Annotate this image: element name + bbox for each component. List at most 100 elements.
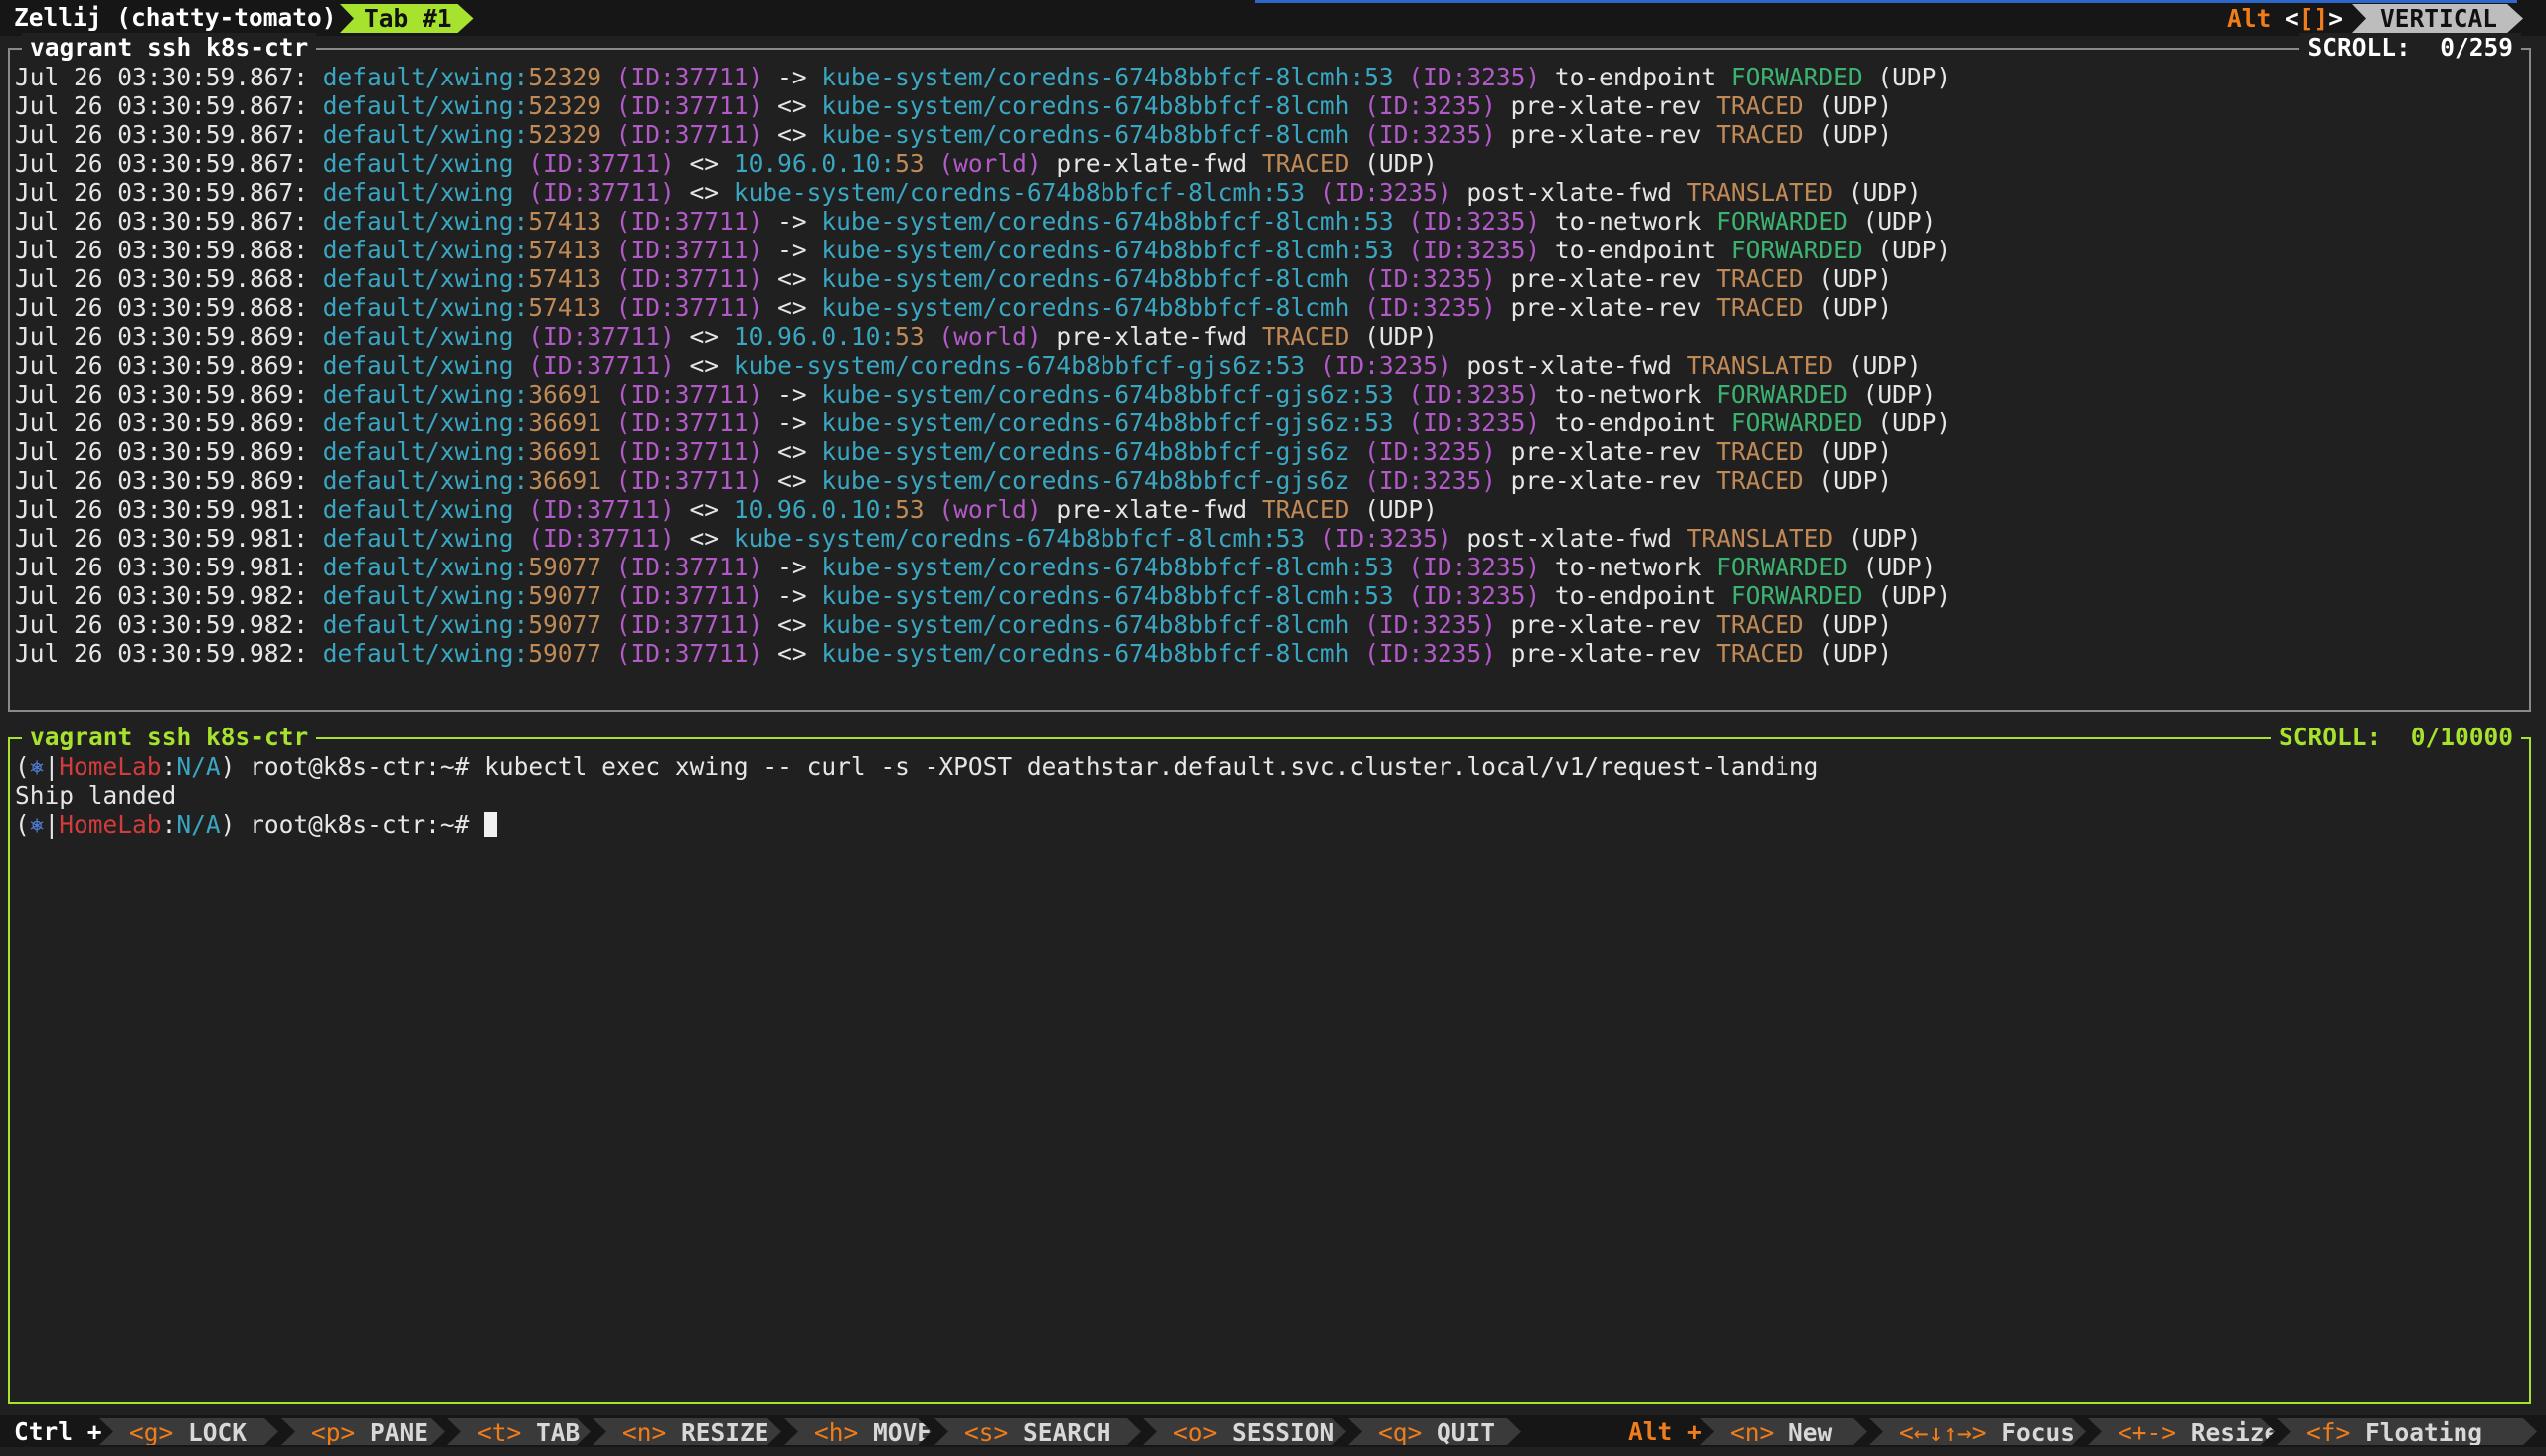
line-segment: to-endpoint	[1540, 408, 1731, 437]
line-segment: (ID:37711)	[513, 322, 675, 351]
line-segment: (UDP)	[1833, 524, 1922, 553]
shortcut-resize[interactable]: <+-> Resize	[2088, 1418, 2275, 1445]
shortcut-quit[interactable]: <q> QUIT	[1348, 1418, 1521, 1445]
swap-brackets: []	[2298, 4, 2329, 33]
line-segment: default/xwing:	[322, 380, 529, 408]
shortcut-lock[interactable]: <g> LOCK	[99, 1418, 278, 1445]
status-bar: Ctrl + <g> LOCK <p> PANE <t> TAB <n> RESIZE…	[0, 1415, 2546, 1447]
line-segment: Jul 26 03:30:59.869:	[15, 437, 323, 466]
shortcut-label: MOVE	[858, 1418, 933, 1447]
line-segment: default/xwing	[322, 495, 514, 524]
line-segment: default/xwing	[322, 149, 514, 178]
line-segment: N/A	[176, 810, 221, 839]
line-segment: (ID:3235)	[1305, 351, 1452, 380]
line-segment: (ID:37711)	[513, 178, 675, 207]
line-segment: <>	[763, 91, 822, 120]
line-segment: (UDP)	[1803, 91, 1893, 120]
shortcut-resize[interactable]: <n> RESIZE	[593, 1418, 781, 1445]
line-segment: (UDP)	[1862, 581, 1952, 610]
line-segment: TRACED	[1716, 610, 1804, 639]
line-segment: (ID:37711)	[513, 524, 675, 553]
line-segment: (ID:37711)	[601, 380, 764, 408]
line-segment: <>	[674, 322, 734, 351]
shortcut-key: <t>	[477, 1418, 522, 1447]
line-segment: 52329	[528, 120, 602, 149]
line-segment: kube-system/coredns-674b8bbfcf-8lcmh:53	[733, 178, 1306, 207]
line-segment: (ID:37711)	[601, 120, 764, 149]
line-segment: Jul 26 03:30:59.982:	[15, 581, 323, 610]
line-segment: <>	[674, 524, 734, 553]
line-segment: kube-system/coredns-674b8bbfcf-8lcmh:53	[821, 236, 1394, 264]
line-segment: 57413	[528, 264, 602, 293]
terminal-pane-top[interactable]: vagrant ssh k8s-ctr SCROLL: 0/259 Jul 26…	[8, 33, 2531, 712]
line-segment: (UDP)	[1862, 236, 1952, 264]
line-segment: <>	[763, 466, 822, 495]
line-segment: (UDP)	[1803, 293, 1893, 322]
line-segment: (ID:3235)	[1349, 639, 1496, 668]
line-segment: 10.96.0.10:	[733, 149, 896, 178]
layout-vertical[interactable]: VERTICAL	[2352, 4, 2523, 33]
terminal-line: Jul 26 03:30:59.981: default/xwing (ID:3…	[15, 495, 1951, 524]
line-segment: 57413	[528, 293, 602, 322]
line-segment: ) root@k8s-ctr:~#	[220, 810, 485, 839]
line-segment: kube-system/coredns-674b8bbfcf-8lcmh:53	[821, 553, 1394, 581]
line-segment: Jul 26 03:30:59.867:	[15, 149, 323, 178]
shortcut-label: LOCK	[173, 1418, 248, 1447]
line-segment: (ID:37711)	[601, 581, 764, 610]
line-segment: (UDP)	[1833, 178, 1922, 207]
shortcut-session[interactable]: <o> SESSION	[1143, 1418, 1346, 1445]
line-segment: (ID:37711)	[513, 495, 675, 524]
line-segment: Jul 26 03:30:59.867:	[15, 91, 323, 120]
shortcut-pane[interactable]: <p> PANE	[281, 1418, 445, 1445]
line-segment: Ship landed	[15, 781, 177, 810]
line-segment: FORWARDED	[1716, 553, 1848, 581]
line-segment: (	[15, 752, 30, 781]
line-segment: kube-system/coredns-674b8bbfcf-gjs6z:53	[821, 380, 1394, 408]
line-segment: default/xwing:	[322, 437, 529, 466]
line-segment: Jul 26 03:30:59.981:	[15, 524, 323, 553]
shortcut-search[interactable]: <s> SEARCH	[934, 1418, 1141, 1445]
terminal-line: Jul 26 03:30:59.867: default/xwing (ID:3…	[15, 149, 1951, 178]
shortcut-key: <h>	[814, 1418, 859, 1447]
shortcut-new[interactable]: <n> New	[1700, 1418, 1867, 1445]
line-segment: default/xwing:	[322, 264, 529, 293]
terminal-pane-bottom[interactable]: vagrant ssh k8s-ctr SCROLL: 0/10000 (⎈|H…	[8, 723, 2531, 1404]
line-segment: <>	[763, 120, 822, 149]
terminal-line: Jul 26 03:30:59.982: default/xwing:59077…	[15, 610, 1951, 639]
pane-title: vagrant ssh k8s-ctr	[22, 723, 317, 751]
tab-bar: Zellij (chatty-tomato) Tab #1 Alt <[]> V…	[0, 0, 2546, 36]
line-segment: ->	[763, 581, 822, 610]
line-segment: TRACED	[1716, 437, 1804, 466]
shortcut-key: <n>	[622, 1418, 667, 1447]
shortcut-key: <o>	[1173, 1418, 1218, 1447]
shortcut-floating[interactable]: <f> Floating	[2277, 1418, 2537, 1445]
line-segment: Jul 26 03:30:59.869:	[15, 351, 323, 380]
shortcut-focus[interactable]: <←↓↑→> Focus	[1869, 1418, 2086, 1445]
terminal-line: Jul 26 03:30:59.869: default/xwing:36691…	[15, 380, 1951, 408]
line-segment: (ID:37711)	[601, 207, 764, 236]
swap-layout-indicator[interactable]: <[]>	[2285, 4, 2343, 33]
line-segment: to-endpoint	[1540, 63, 1731, 91]
line-segment: (ID:3235)	[1305, 178, 1452, 207]
tab-1[interactable]: Tab #1	[340, 4, 474, 33]
shortcut-label: Focus	[1986, 1418, 2076, 1447]
line-segment: (	[15, 810, 30, 839]
line-segment: pre-xlate-fwd	[1041, 322, 1262, 351]
line-segment: TRACED	[1261, 495, 1350, 524]
line-segment: 53	[895, 149, 925, 178]
line-segment: ) root@k8s-ctr:~# kubectl exec xwing -- …	[220, 752, 1819, 781]
shortcut-tab[interactable]: <t> TAB	[447, 1418, 591, 1445]
line-segment: (UDP)	[1349, 322, 1438, 351]
shortcut-move[interactable]: <h> MOVE	[784, 1418, 932, 1445]
line-segment: (UDP)	[1847, 207, 1937, 236]
shortcut-label: PANE	[355, 1418, 429, 1447]
line-segment: (world)	[924, 322, 1042, 351]
scroll-indicator: SCROLL: 0/10000	[2270, 723, 2521, 751]
line-segment: (world)	[924, 149, 1042, 178]
line-segment: to-network	[1540, 207, 1717, 236]
line-segment: (ID:37711)	[601, 553, 764, 581]
line-segment: (ID:37711)	[513, 149, 675, 178]
shortcut-key: <q>	[1378, 1418, 1423, 1447]
line-segment: pre-xlate-rev	[1495, 639, 1717, 668]
line-segment: pre-xlate-rev	[1495, 120, 1717, 149]
